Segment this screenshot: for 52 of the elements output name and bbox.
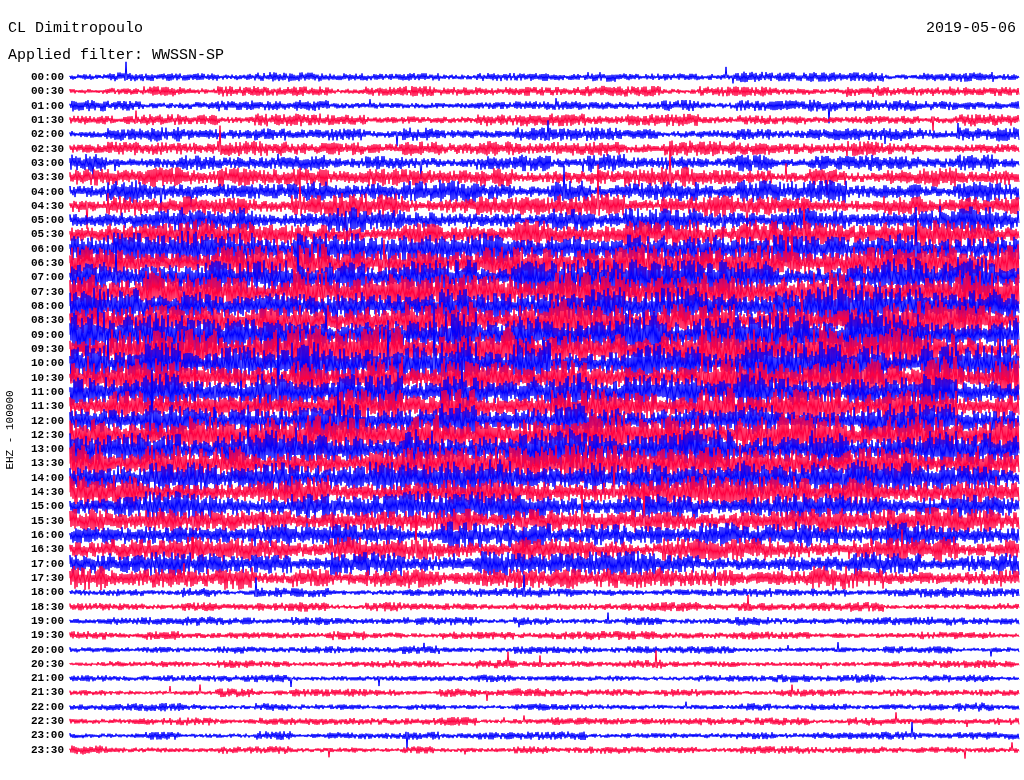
time-label: 00:00 bbox=[31, 70, 64, 85]
time-label: 08:00 bbox=[31, 299, 64, 314]
station-title: CL Dimitropoulo bbox=[8, 20, 144, 37]
time-label: 05:00 bbox=[31, 213, 64, 228]
time-label: 17:30 bbox=[31, 570, 64, 586]
time-label: 00:30 bbox=[31, 84, 64, 99]
time-label: 15:30 bbox=[31, 513, 64, 528]
time-label: 04:00 bbox=[31, 184, 64, 199]
time-label: 21:00 bbox=[31, 671, 64, 686]
time-label: 01:30 bbox=[31, 112, 64, 128]
time-label: 11:00 bbox=[31, 384, 64, 400]
time-label: 13:00 bbox=[31, 442, 64, 457]
time-label: 14:00 bbox=[31, 470, 64, 486]
filter-label: Applied filter: WWSSN-SP bbox=[8, 47, 225, 64]
time-label: 06:30 bbox=[31, 256, 64, 271]
time-label: 02:30 bbox=[31, 141, 64, 156]
time-label: 05:30 bbox=[31, 227, 64, 242]
time-label: 16:00 bbox=[31, 528, 64, 543]
time-label: 11:30 bbox=[31, 399, 64, 414]
time-label: 13:30 bbox=[31, 456, 64, 471]
time-label: 02:00 bbox=[31, 127, 64, 142]
time-label: 12:30 bbox=[31, 427, 64, 443]
time-label: 18:30 bbox=[31, 599, 64, 614]
time-label: 09:00 bbox=[31, 327, 64, 342]
time-label: 20:00 bbox=[31, 642, 64, 657]
time-label: 21:30 bbox=[31, 685, 64, 700]
time-label: 12:00 bbox=[31, 413, 64, 428]
time-label: 18:00 bbox=[31, 585, 64, 600]
time-label: 19:00 bbox=[31, 613, 64, 629]
time-label: 07:30 bbox=[31, 284, 64, 299]
time-label: 10:00 bbox=[31, 356, 64, 371]
time-label: 03:30 bbox=[31, 170, 64, 185]
time-label: 14:30 bbox=[31, 485, 64, 500]
time-label: 04:30 bbox=[31, 198, 64, 214]
time-label: 17:00 bbox=[31, 556, 64, 571]
time-label: 01:00 bbox=[31, 98, 64, 113]
time-label: 19:30 bbox=[31, 628, 64, 643]
time-label: 03:00 bbox=[31, 155, 64, 171]
channel-label: EHZ - 100000 bbox=[4, 389, 16, 472]
time-label: 06:00 bbox=[31, 241, 64, 257]
time-label: 10:30 bbox=[31, 370, 64, 385]
time-label: 22:00 bbox=[31, 699, 64, 715]
time-label: 07:00 bbox=[31, 270, 64, 285]
time-label: 23:30 bbox=[31, 742, 64, 757]
time-label: 15:00 bbox=[31, 499, 64, 514]
time-label: 23:00 bbox=[31, 728, 64, 743]
time-label: 09:30 bbox=[31, 341, 64, 357]
time-label: 08:30 bbox=[31, 313, 64, 328]
date-label: 2019-05-06 bbox=[926, 20, 1016, 37]
time-label: 22:30 bbox=[31, 714, 64, 729]
time-label: 16:30 bbox=[31, 542, 64, 557]
time-label: 20:30 bbox=[31, 656, 64, 672]
